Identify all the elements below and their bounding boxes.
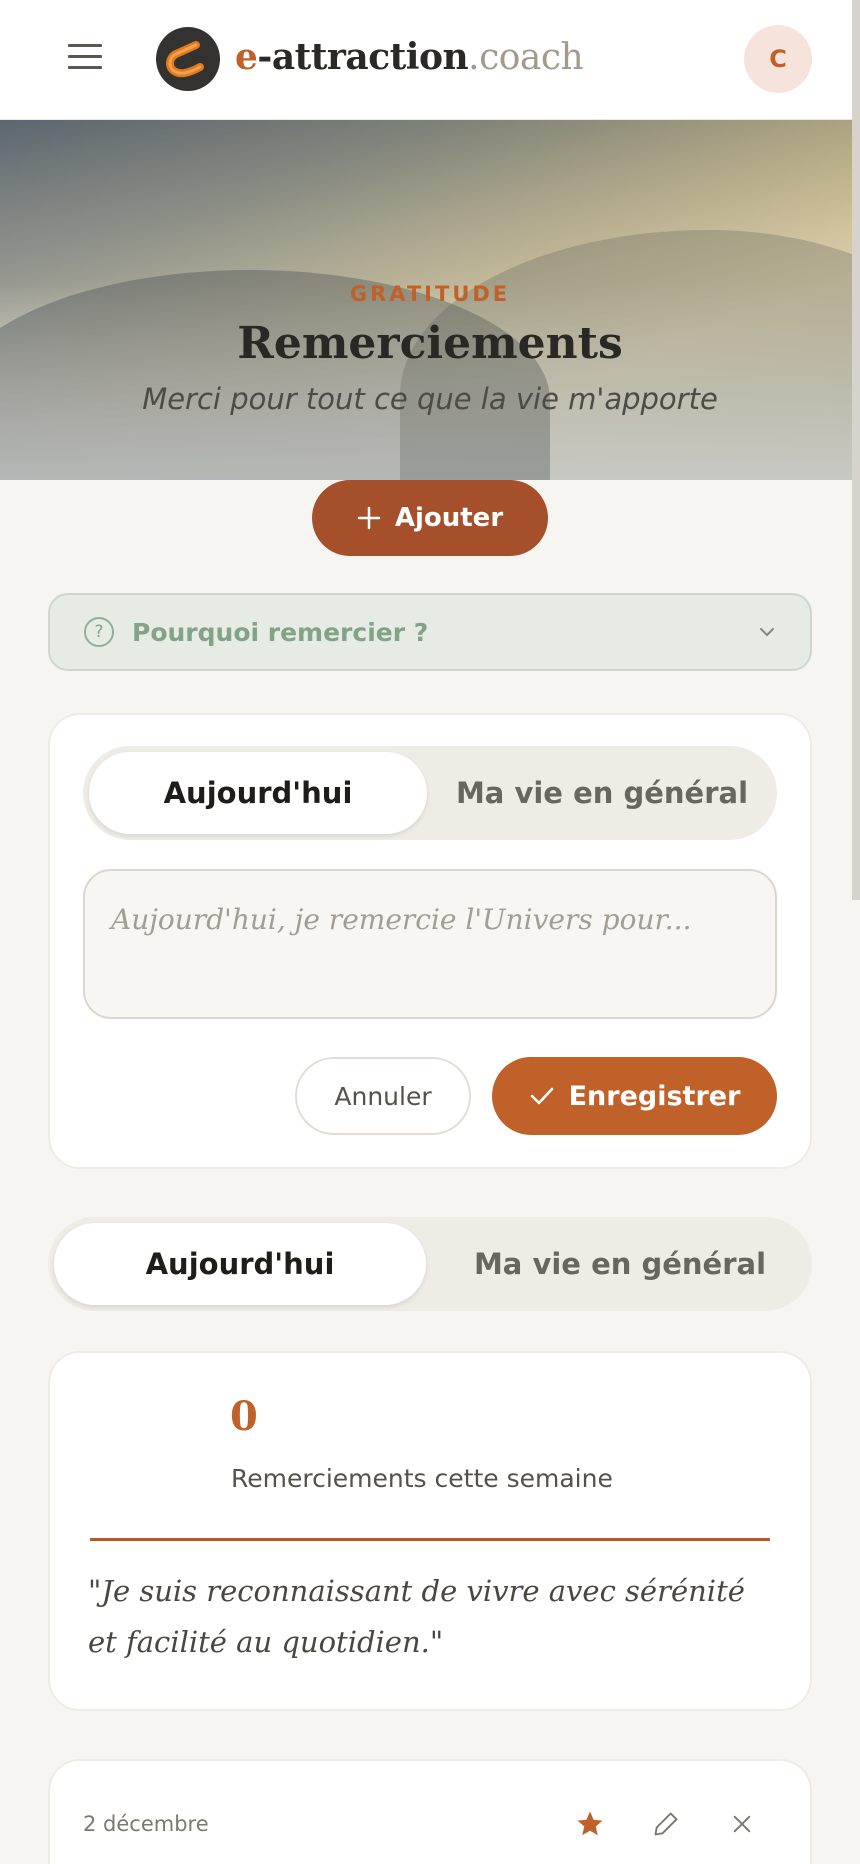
weekly-count-label: Remerciements cette semaine: [231, 1464, 613, 1493]
why-thank-accordion[interactable]: ? Pourquoi remercier ?: [48, 593, 812, 671]
logo-prefix: e: [235, 36, 258, 78]
scrollbar[interactable]: [852, 0, 860, 900]
cancel-button[interactable]: Annuler: [295, 1057, 471, 1135]
app-header: e-attraction.coach C: [0, 0, 852, 120]
help-circle-icon: ?: [84, 617, 114, 647]
star-icon[interactable]: [572, 1806, 608, 1842]
plus-icon: [357, 506, 381, 530]
tab-life-in-general[interactable]: Ma vie en général: [434, 1223, 806, 1305]
logo-magnet-icon[interactable]: [156, 27, 220, 91]
list-scope-toggle: Aujourd'hui Ma vie en général: [48, 1217, 812, 1311]
menu-icon[interactable]: [68, 44, 102, 72]
save-button[interactable]: Enregistrer: [492, 1057, 777, 1135]
gratitude-textarea[interactable]: Aujourd'hui, je remercie l'Univers pour.…: [83, 869, 777, 1019]
tab-today[interactable]: Aujourd'hui: [89, 752, 427, 834]
form-scope-toggle: Aujourd'hui Ma vie en général: [83, 746, 777, 840]
add-button[interactable]: Ajouter: [312, 480, 548, 556]
entry-date: 2 décembre: [83, 1812, 209, 1836]
check-icon: [530, 1087, 553, 1105]
chevron-down-icon: [760, 628, 774, 637]
pencil-icon[interactable]: [648, 1806, 684, 1842]
tab-today[interactable]: Aujourd'hui: [54, 1223, 426, 1305]
divider: [90, 1538, 770, 1541]
why-thank-label: Pourquoi remercier ?: [132, 617, 429, 647]
affirmation-quote: "Je suis reconnaissant de vivre avec sér…: [88, 1574, 745, 1659]
avatar[interactable]: C: [744, 25, 812, 93]
logo-main: -attraction: [257, 36, 469, 78]
save-button-label: Enregistrer: [568, 1080, 741, 1112]
page-title: Remerciements: [237, 318, 623, 369]
logo-wordmark[interactable]: e-attraction.coach: [235, 36, 584, 78]
add-button-label: Ajouter: [394, 503, 504, 533]
tab-life-in-general[interactable]: Ma vie en général: [433, 752, 771, 834]
section-eyebrow: GRATITUDE: [349, 282, 511, 306]
weekly-count: 0: [230, 1393, 258, 1440]
logo-suffix: .coach: [468, 37, 584, 78]
close-icon[interactable]: [724, 1806, 760, 1842]
page-subtitle: Merci pour tout ce que la vie m'apporte: [142, 382, 718, 416]
